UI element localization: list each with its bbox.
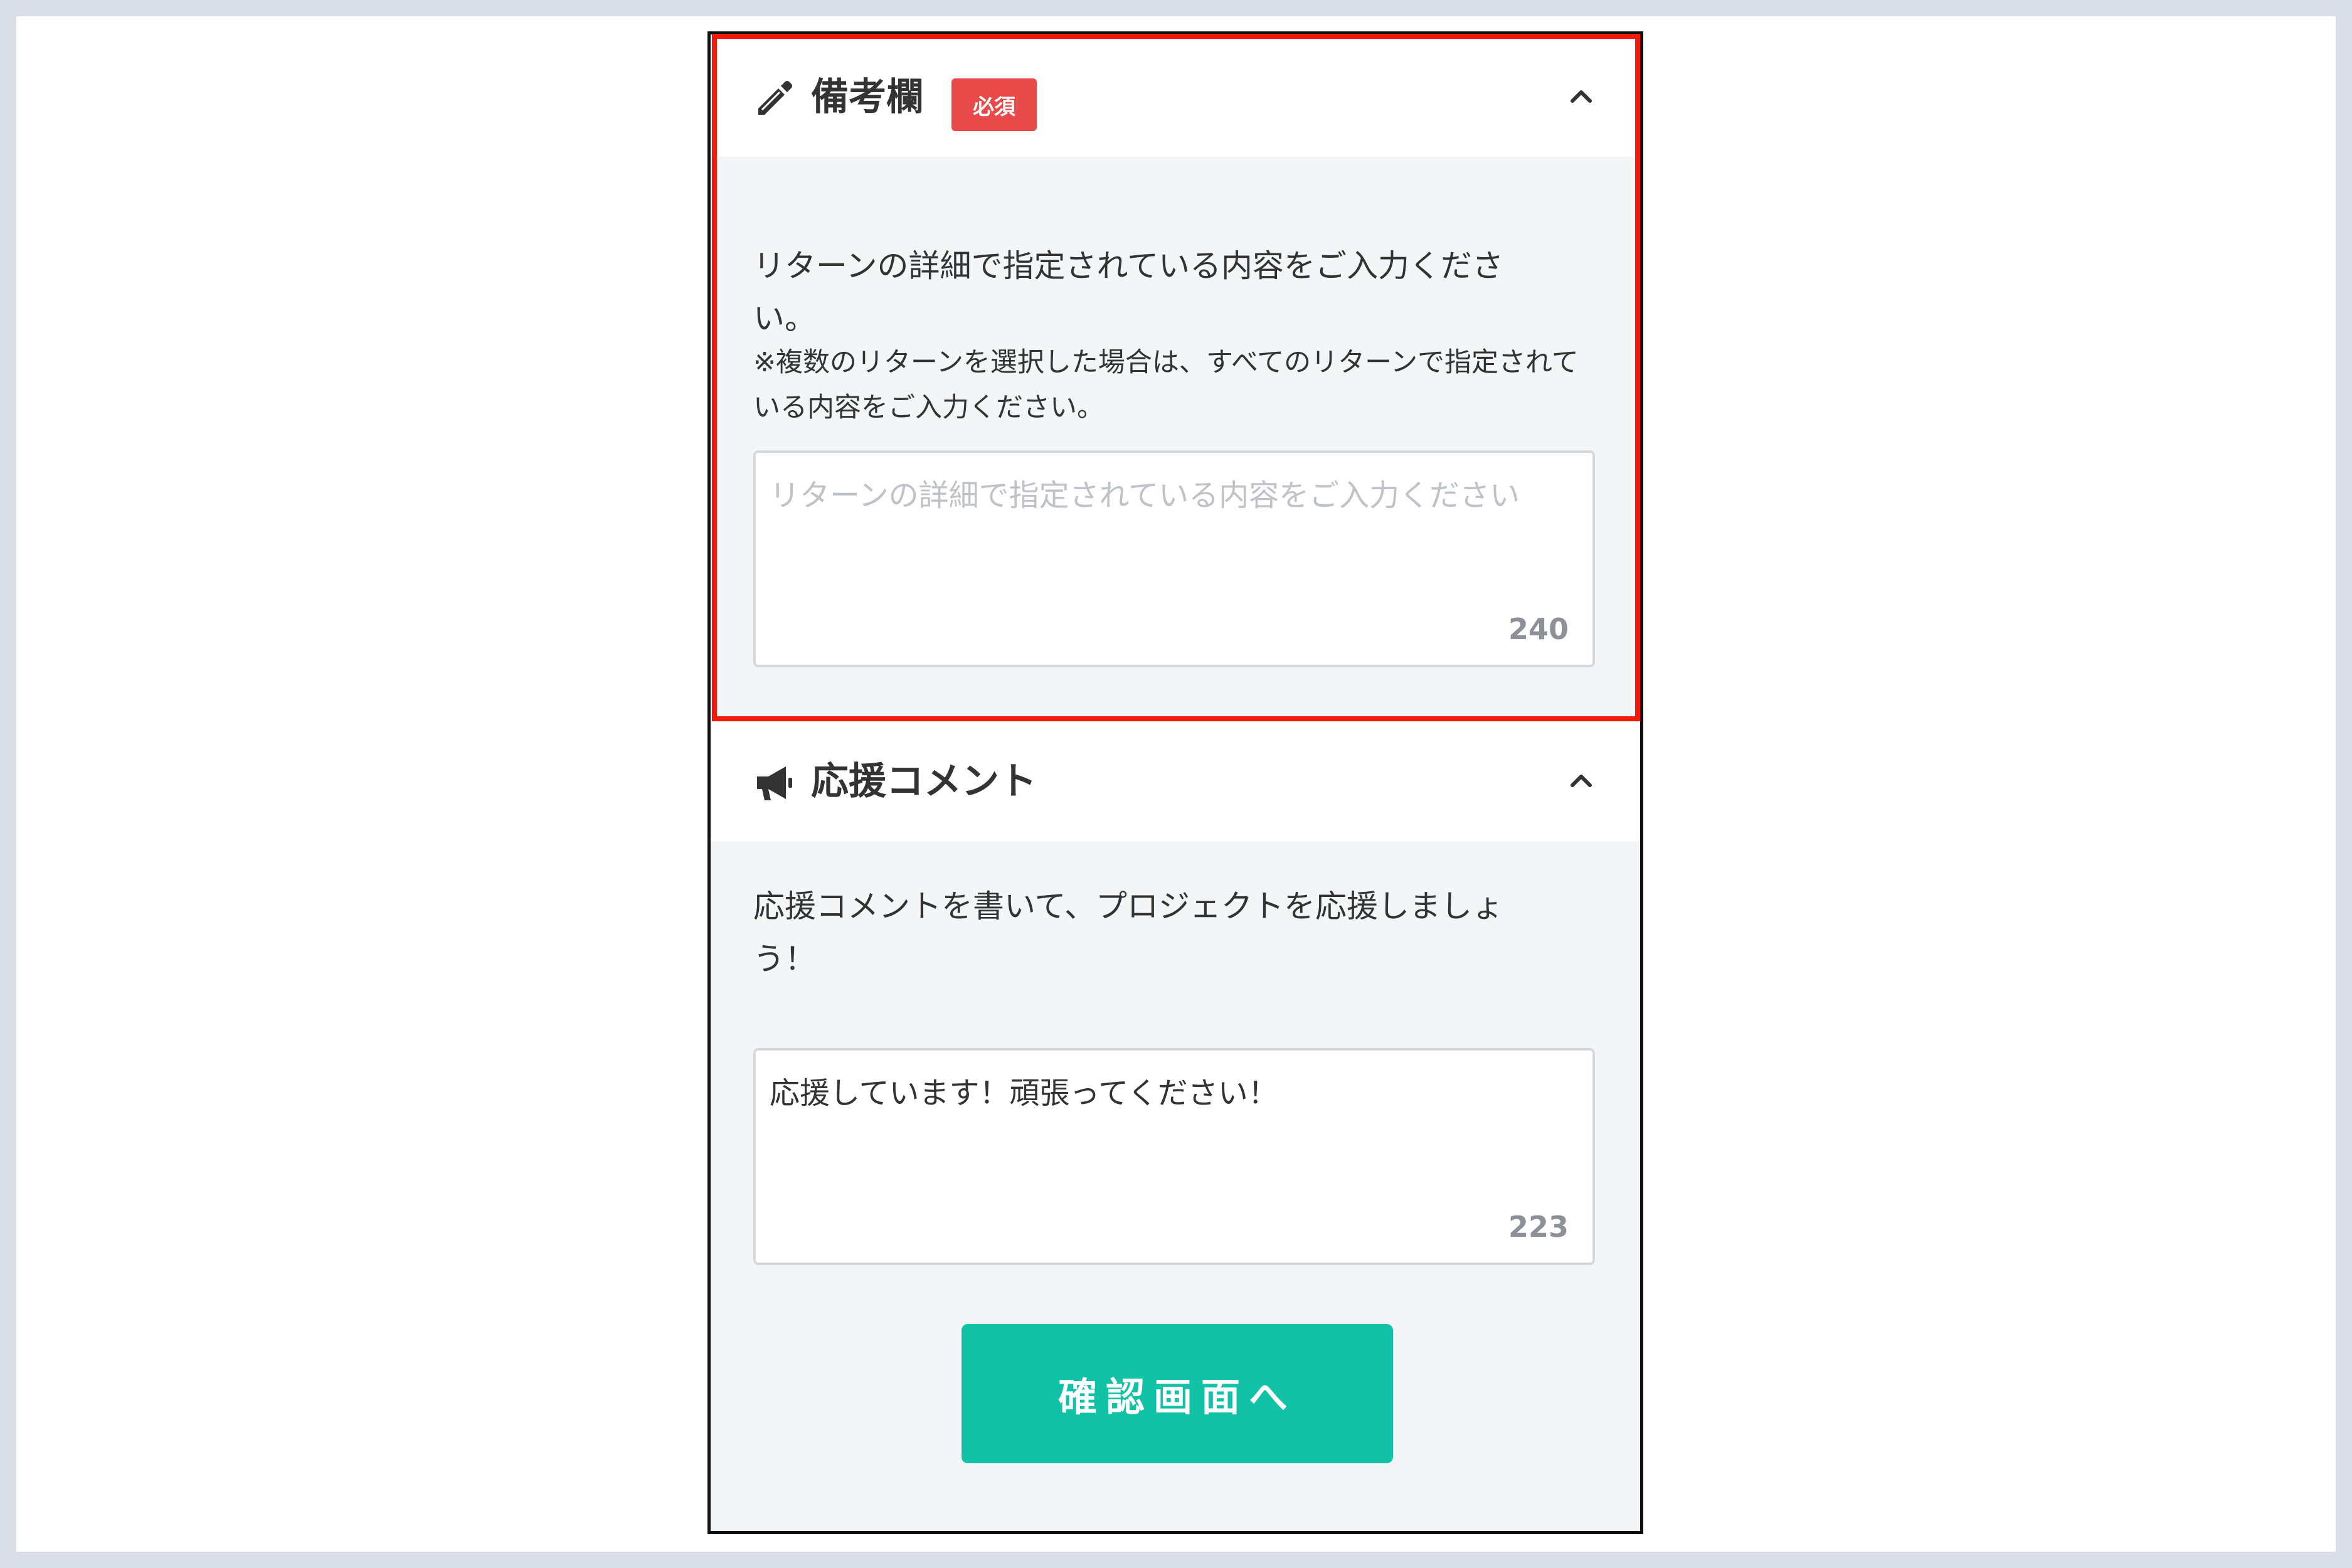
- megaphone-icon: [757, 766, 792, 800]
- chevron-up-icon[interactable]: [1565, 80, 1597, 112]
- remarks-placeholder: リターンの詳細で指定されている内容をご入力ください: [770, 478, 1520, 513]
- chevron-up-icon[interactable]: [1565, 764, 1597, 797]
- phone-frame: 備考欄 必須 リターンの詳細で指定されている内容をご入力ください。 ※複数のリタ…: [707, 31, 1643, 1534]
- remarks-char-counter: 240: [1508, 612, 1569, 646]
- remarks-note: ※複数のリターンを選択した場合は、すべてのリターンで指定されている内容をご入力く…: [753, 347, 1579, 423]
- remarks-title: 備考欄: [811, 75, 924, 119]
- confirm-screen-button[interactable]: 確認画面へ: [961, 1324, 1393, 1463]
- remarks-header[interactable]: 備考欄 必須: [711, 34, 1640, 157]
- support-char-counter: 223: [1508, 1210, 1569, 1244]
- pencil-icon: [758, 81, 792, 115]
- support-comment-value: 応援しています！頑張ってください！: [770, 1076, 1278, 1111]
- support-description: 応援コメントを書いて、プロジェクトを応援しましょう！: [753, 888, 1503, 977]
- remarks-description: リターンの詳細で指定されている内容をご入力ください。: [753, 248, 1503, 337]
- support-comment-textarea[interactable]: 応援しています！頑張ってください！ 223: [753, 1048, 1595, 1265]
- remarks-textarea[interactable]: リターンの詳細で指定されている内容をご入力ください 240: [753, 450, 1595, 667]
- support-title: 応援コメント: [811, 760, 1037, 803]
- required-badge: 必須: [951, 78, 1037, 131]
- support-header[interactable]: 応援コメント: [711, 719, 1640, 841]
- remarks-body: リターンの詳細で指定されている内容をご入力ください。 ※複数のリターンを選択した…: [711, 157, 1640, 719]
